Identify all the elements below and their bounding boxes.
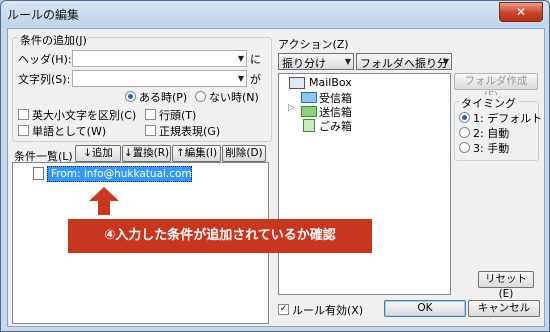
timing-auto-label: 2: 自動 — [473, 127, 510, 140]
annotation-callout: ④入力した条件が追加されているか確認 — [68, 219, 372, 253]
reset-button[interactable]: リセット(E) — [478, 271, 534, 300]
string-label: 文字列(S): — [18, 73, 71, 86]
add-condition-button[interactable]: ↓追加(A) — [75, 145, 121, 174]
ok-button[interactable]: OK — [384, 300, 466, 317]
expand-arrow-icon[interactable]: ▷ — [288, 103, 295, 113]
rule-enabled-checkbox[interactable]: ✓ — [278, 304, 289, 315]
radio-present[interactable] — [125, 91, 136, 102]
arrow-up-icon — [89, 187, 119, 215]
action-select-value: 振り分け — [282, 57, 326, 70]
outbox-icon — [301, 106, 317, 117]
tree-item-mailbox[interactable]: MailBox — [309, 76, 352, 89]
header-dropdown[interactable]: ▼ — [72, 50, 247, 67]
new-folder-button[interactable]: フォルダ作成(F)... — [454, 73, 538, 102]
radio-present-label: ある時(P) — [139, 91, 188, 104]
string-dropdown[interactable]: ▼ — [72, 70, 247, 87]
timing-radio-auto[interactable] — [459, 127, 470, 138]
tree-item-trash[interactable]: ごみ箱 — [319, 118, 352, 134]
add-condition-label: 条件の追加(J) — [18, 32, 89, 48]
close-button[interactable]: ✕ — [499, 2, 543, 22]
folder-tree[interactable]: MailBox 受信箱 ▷ 送信箱 ごみ箱 — [278, 73, 451, 295]
cancel-button[interactable]: キャンセル — [468, 300, 540, 317]
timing-manual-label: 3: 手動 — [473, 142, 510, 155]
rule-enabled-label: ルール有効(X) — [292, 304, 364, 317]
regex-label: 正規表現(G) — [159, 125, 221, 138]
edit-condition-button[interactable]: ↑編集(I) — [172, 145, 221, 162]
annotation-text: ④入力した条件が追加されているか確認 — [104, 228, 336, 243]
condition-list-item[interactable]: From: info@hukkatuai.com — [47, 166, 192, 182]
rule-edit-dialog: ルールの編集 ✕ 条件の追加(J) ヘッダ(H): ▼ に 文字列(S): ▼ … — [0, 0, 550, 332]
radio-absent[interactable] — [195, 91, 206, 102]
action-label: アクション(Z) — [278, 38, 349, 51]
chevron-down-icon: ▼ — [237, 54, 244, 63]
folder-select[interactable]: フォルダへ振り分け ▼ — [356, 53, 452, 86]
radio-absent-label: ない時(N) — [209, 91, 259, 104]
case-sensitive-checkbox[interactable] — [18, 109, 29, 120]
whole-word-checkbox[interactable] — [18, 125, 29, 136]
replace-condition-button[interactable]: ↓置換(R) — [122, 145, 171, 162]
title-bar[interactable]: ルールの編集 ✕ — [1, 1, 549, 27]
header-label: ヘッダ(H): — [18, 53, 72, 66]
timing-default-label: 1: デフォルト — [473, 112, 543, 125]
line-start-checkbox[interactable] — [145, 109, 156, 120]
trash-icon — [303, 119, 315, 132]
dialog-client-area: 条件の追加(J) ヘッダ(H): ▼ に 文字列(S): ▼ が ある時(P) … — [7, 28, 545, 327]
computer-icon — [289, 77, 305, 89]
regex-checkbox[interactable] — [145, 125, 156, 136]
delete-condition-button[interactable]: 削除(D) — [222, 145, 266, 162]
document-icon — [33, 167, 44, 180]
timing-radio-default[interactable] — [459, 112, 470, 123]
dialog-title: ルールの編集 — [7, 8, 80, 22]
action-select[interactable]: 振り分け ▼ — [278, 53, 354, 70]
string-suffix: が — [250, 73, 261, 86]
line-start-label: 行頭(T) — [159, 109, 197, 122]
timing-label: タイミング — [459, 95, 518, 111]
chevron-down-icon: ▼ — [344, 57, 351, 66]
condition-item-text: From: info@hukkatuai.com — [51, 168, 192, 180]
header-suffix: に — [250, 53, 261, 66]
timing-radio-manual[interactable] — [459, 142, 470, 153]
case-sensitive-label: 英大小文字を区別(C) — [32, 109, 137, 122]
chevron-down-icon: ▼ — [442, 57, 449, 66]
inbox-icon — [301, 92, 317, 103]
whole-word-label: 単語として(W) — [32, 125, 107, 138]
chevron-down-icon: ▼ — [237, 74, 244, 83]
